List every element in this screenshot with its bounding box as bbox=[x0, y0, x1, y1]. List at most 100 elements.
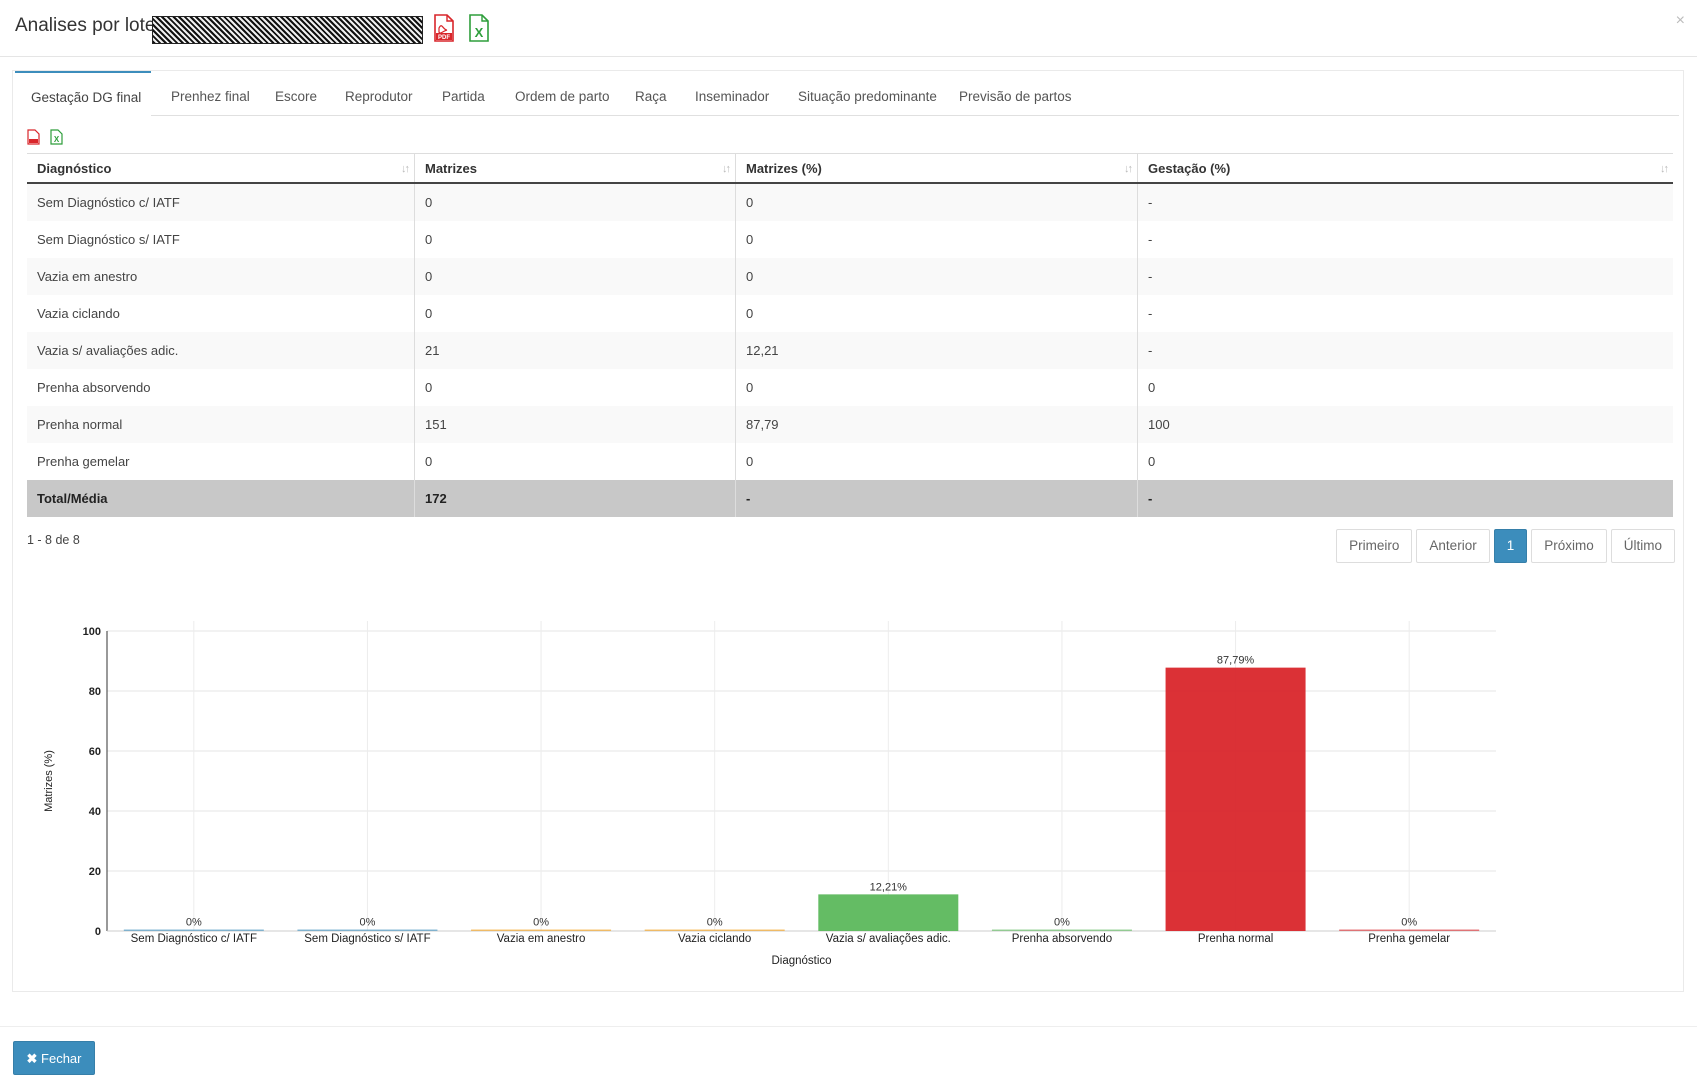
cell-diagnostico: Sem Diagnóstico s/ IATF bbox=[27, 221, 415, 258]
cell-matrizes-percent: 87,79 bbox=[735, 406, 1138, 443]
bar-data-label: 0% bbox=[359, 917, 375, 929]
next-page-button[interactable]: Próximo bbox=[1531, 529, 1607, 563]
y-tick-label: 20 bbox=[89, 866, 101, 878]
tab-gestacao-dg-final[interactable]: Gestação DG final bbox=[15, 71, 151, 116]
cell-matrizes: 151 bbox=[414, 406, 736, 443]
y-tick-label: 100 bbox=[83, 626, 101, 638]
tab-raca[interactable]: Raça bbox=[619, 71, 683, 115]
first-page-button[interactable]: Primeiro bbox=[1336, 529, 1413, 563]
cell-matrizes-percent: 0 bbox=[735, 369, 1138, 406]
times-icon: ✖ bbox=[26, 1051, 38, 1066]
cell-diagnostico: Vazia ciclando bbox=[27, 295, 415, 332]
column-header-matrizes[interactable]: Matrizes ↓↑ bbox=[414, 153, 736, 184]
prev-page-button[interactable]: Anterior bbox=[1416, 529, 1490, 563]
current-page-button[interactable]: 1 bbox=[1493, 529, 1528, 563]
tab-partida[interactable]: Partida bbox=[426, 71, 501, 115]
cell-diagnostico: Vazia em anestro bbox=[27, 258, 415, 295]
excel-file-icon[interactable]: X bbox=[468, 14, 490, 42]
pagination-info: 1 - 8 de 8 bbox=[27, 533, 80, 547]
fechar-label: Fechar bbox=[41, 1051, 82, 1066]
x-tick-label: Vazia ciclando bbox=[678, 933, 751, 945]
pdf-export-icon[interactable] bbox=[27, 129, 40, 145]
total-label: Total/Média bbox=[27, 480, 415, 517]
bar-chart: 0 20 40 60 80 100 0% Sem Diagnóstico c/ IATF 0% S… bbox=[43, 621, 1496, 967]
modal-title: Analises por lotes bbox=[15, 15, 165, 36]
column-header-matrizes-percent[interactable]: Matrizes (%) ↓↑ bbox=[735, 153, 1138, 184]
table-row: Sem Diagnóstico c/ IATF 0 0- bbox=[27, 183, 1673, 221]
total-gestacao-percent: - bbox=[1137, 480, 1673, 517]
table-row: Vazia em anestro 0 0- bbox=[27, 258, 1673, 295]
tab-prenhez-final[interactable]: Prenhez final bbox=[155, 71, 266, 115]
cell-gestacao-percent: 0 bbox=[1148, 380, 1156, 395]
cell-matrizes: 0 bbox=[414, 369, 736, 406]
bar-data-label: 0% bbox=[533, 917, 549, 929]
column-header-gestacao-percent[interactable]: Gestação (%) ↓↑ bbox=[1137, 153, 1673, 184]
cell-matrizes: 0 bbox=[414, 443, 736, 480]
table-row: Prenha gemelar 0 0 0 bbox=[27, 443, 1673, 480]
y-tick-label: 40 bbox=[89, 806, 101, 818]
bar bbox=[297, 929, 438, 931]
bar bbox=[1339, 929, 1480, 931]
bar-data-label: 0% bbox=[1401, 917, 1417, 929]
close-icon[interactable]: × bbox=[1676, 12, 1685, 30]
bar-data-label: 0% bbox=[1054, 917, 1070, 929]
bar-data-label: 12,21% bbox=[870, 881, 908, 893]
cell-matrizes-percent: 12,21 bbox=[735, 332, 1138, 369]
footer-divider bbox=[0, 1026, 1697, 1027]
cell-diagnostico: Prenha normal bbox=[27, 406, 415, 443]
tab-inseminador[interactable]: Inseminador bbox=[679, 71, 785, 115]
sort-icon[interactable]: ↓↑ bbox=[1660, 163, 1669, 175]
cell-matrizes-percent: 0 bbox=[735, 183, 1138, 221]
cell-matrizes: 0 bbox=[414, 183, 736, 221]
cell-matrizes: 0 bbox=[414, 295, 736, 332]
pdf-file-icon[interactable]: PDF bbox=[433, 14, 455, 42]
table-row: Prenha normal 151 87,79 100 bbox=[27, 406, 1673, 443]
cell-gestacao-percent: - bbox=[1137, 258, 1673, 295]
x-tick-label: Vazia em anestro bbox=[497, 933, 586, 945]
table-row: Prenha absorvendo 0 0 0 bbox=[27, 369, 1673, 406]
bar bbox=[644, 929, 785, 931]
bar-data-label: 87,79% bbox=[1217, 655, 1255, 667]
excel-export-icon[interactable]: X bbox=[50, 129, 63, 145]
cell-matrizes-percent: 0 bbox=[735, 443, 1138, 480]
last-page-button[interactable]: Último bbox=[1610, 529, 1675, 563]
x-tick-label: Sem Diagnóstico c/ IATF bbox=[131, 933, 257, 945]
table-row: Vazia s/ avaliações adic. 21 12,21- bbox=[27, 332, 1673, 369]
cell-matrizes-percent: 0 bbox=[735, 221, 1138, 258]
y-tick-label: 60 bbox=[89, 746, 101, 758]
cell-matrizes-percent: 0 bbox=[735, 295, 1138, 332]
tab-reprodutor[interactable]: Reprodutor bbox=[329, 71, 429, 115]
cell-diagnostico: Prenha gemelar bbox=[27, 443, 415, 480]
tab-escore[interactable]: Escore bbox=[259, 71, 333, 115]
x-tick-label: Sem Diagnóstico s/ IATF bbox=[304, 933, 430, 945]
bar bbox=[818, 894, 959, 931]
fechar-button[interactable]: ✖ Fechar bbox=[13, 1041, 95, 1075]
table-header-row: Diagnóstico ↓↑ Matrizes ↓↑ Matrizes (%) ↓↑ … bbox=[27, 153, 1673, 184]
pagination: Primeiro Anterior 1 Próximo Último bbox=[1332, 529, 1675, 563]
sort-icon[interactable]: ↓↑ bbox=[722, 163, 731, 175]
tab-bar: Gestação DG final Prenhez final Escore R… bbox=[15, 71, 1679, 116]
analysis-panel: Gestação DG final Prenhez final Escore R… bbox=[12, 70, 1684, 992]
bar bbox=[471, 929, 612, 931]
tab-previsao-de-partos[interactable]: Previsão de partos bbox=[943, 71, 1088, 115]
cell-gestacao-percent: 100 bbox=[1137, 406, 1673, 443]
sort-icon[interactable]: ↓↑ bbox=[1124, 163, 1133, 175]
svg-text:X: X bbox=[54, 135, 60, 144]
column-header-diagnostico[interactable]: Diagnóstico ↓↑ bbox=[27, 153, 415, 184]
cell-diagnostico: Sem Diagnóstico c/ IATF bbox=[27, 183, 415, 221]
cell-matrizes: 0 bbox=[414, 258, 736, 295]
redacted-lot-name bbox=[152, 16, 423, 44]
svg-text:PDF: PDF bbox=[438, 35, 450, 41]
tab-situacao-predominante[interactable]: Situação predominante bbox=[782, 71, 953, 115]
cell-gestacao-percent: - bbox=[1137, 183, 1673, 221]
tab-ordem-de-parto[interactable]: Ordem de parto bbox=[499, 71, 626, 115]
total-matrizes: 172 bbox=[414, 480, 736, 517]
y-tick-label: 80 bbox=[89, 686, 101, 698]
table-row: Sem Diagnóstico s/ IATF 0 0- bbox=[27, 221, 1673, 258]
cell-diagnostico: Vazia s/ avaliações adic. bbox=[27, 332, 415, 369]
x-tick-label: Vazia s/ avaliações adic. bbox=[826, 933, 951, 945]
x-tick-label: Prenha absorvendo bbox=[1012, 933, 1112, 945]
bar bbox=[123, 929, 264, 931]
sort-icon[interactable]: ↓↑ bbox=[401, 163, 410, 175]
cell-gestacao-percent: - bbox=[1148, 306, 1153, 321]
